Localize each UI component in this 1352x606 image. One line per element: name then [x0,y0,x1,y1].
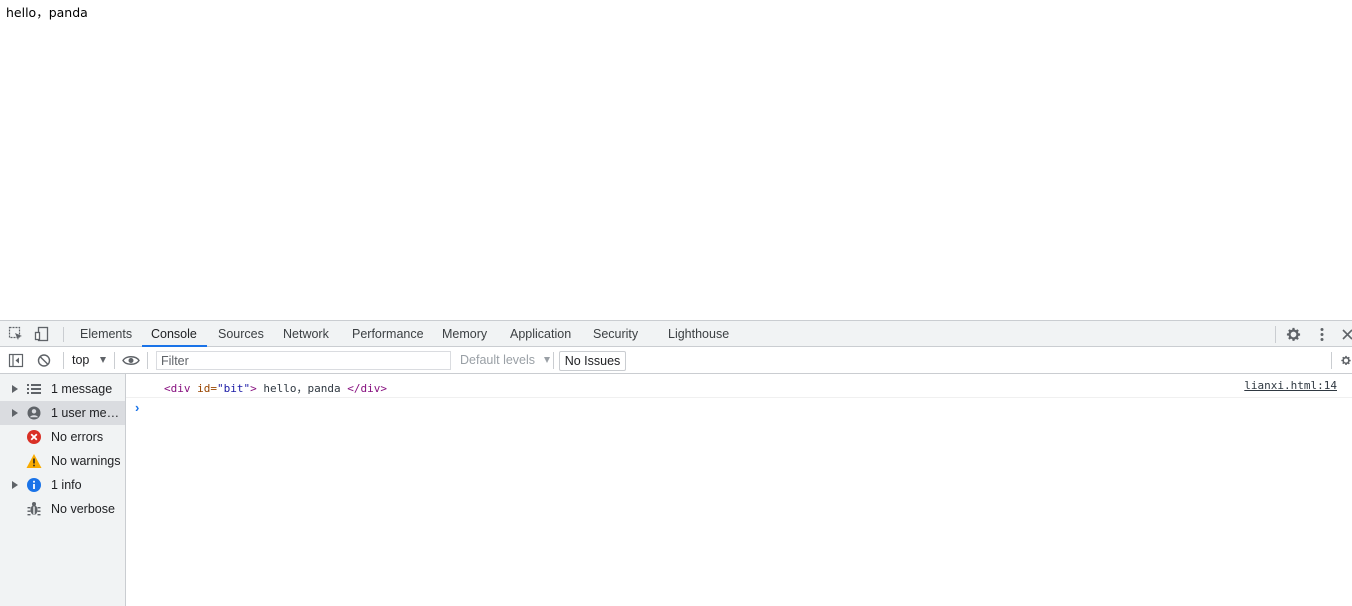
context-selector[interactable]: top [72,353,106,367]
chevron-down-icon [543,357,550,363]
page-body-text: hello，panda [6,5,88,20]
toolbar-separator [63,352,64,369]
attribute-name: id= [190,382,217,395]
tab-application[interactable]: Application [510,321,571,347]
toolbar-separator [1331,352,1332,369]
sidebar-item-label: No verbose [51,502,115,516]
sidebar-item-info[interactable]: 1 info [0,473,125,497]
sidebar-item-verbose[interactable]: No verbose [0,497,125,521]
tab-elements[interactable]: Elements [80,321,132,347]
tag-open-end: > [250,382,257,395]
sidebar-item-label: 1 user mess... [51,406,123,420]
sidebar-item-label: No errors [51,430,104,444]
device-toolbar-icon[interactable] [34,326,50,342]
toolbar-separator [114,352,115,369]
user-icon [26,405,42,421]
tab-sources[interactable]: Sources [218,321,264,347]
list-icon [26,381,42,397]
close-icon[interactable] [1340,327,1352,342]
expand-arrow-icon[interactable] [12,409,18,417]
tab-network[interactable]: Network [283,321,329,347]
tag-close: </div> [347,382,387,395]
console-settings-icon[interactable] [1340,352,1352,369]
element-text: hello，panda [256,382,348,395]
attribute-value: "bit" [217,382,251,395]
console-prompt-icon[interactable]: › [135,400,139,415]
devtools-panel: Elements Console Sources Network Perform… [0,320,1352,606]
clear-console-icon[interactable] [36,353,52,368]
tabbar-separator [63,327,64,342]
sidebar-item-label: 1 info [51,478,82,492]
inspect-element-icon[interactable] [8,326,24,342]
more-options-icon[interactable] [1314,326,1330,343]
message-html-element[interactable]: <div id="bit"> hello，panda </div> [164,380,387,396]
expand-arrow-icon[interactable] [12,481,18,489]
chevron-down-icon [99,357,106,363]
context-selector-label: top [72,353,90,367]
eye-icon[interactable] [122,353,140,368]
filter-input[interactable] [156,351,451,370]
tab-lighthouse[interactable]: Lighthouse [668,321,729,347]
console-sidebar: 1 message 1 user mess... No errors No wa… [0,374,126,606]
info-icon [26,477,42,493]
sidebar-item-warnings[interactable]: No warnings [0,449,125,473]
log-levels-label: Default levels [460,353,536,367]
issues-button[interactable]: No Issues [559,351,626,371]
tab-performance[interactable]: Performance [352,321,424,347]
console-message[interactable]: <div id="bit"> hello，panda </div> lianxi… [126,374,1352,398]
source-link[interactable]: lianxi.html:14 [1244,379,1337,392]
tag-open: <div [164,382,191,395]
tab-memory[interactable]: Memory [442,321,487,347]
tab-console[interactable]: Console [142,321,207,347]
toolbar-separator [553,352,554,369]
sidebar-item-errors[interactable]: No errors [0,425,125,449]
sidebar-toggle-icon[interactable] [8,353,24,368]
sidebar-item-user-messages[interactable]: 1 user mess... [0,401,125,425]
sidebar-item-label: No warnings [51,454,121,468]
console-toolbar: top Default levels No Issues [0,347,1352,374]
tab-security[interactable]: Security [593,321,638,347]
tabbar-separator [1275,326,1276,343]
expand-arrow-icon[interactable] [12,385,18,393]
sidebar-item-label: 1 message [51,382,113,396]
toolbar-separator [147,352,148,369]
devtools-tabbar: Elements Console Sources Network Perform… [0,320,1352,347]
settings-icon[interactable] [1285,326,1302,343]
log-levels-dropdown[interactable]: Default levels [460,353,550,367]
console-output: <div id="bit"> hello，panda </div> lianxi… [126,374,1352,606]
error-icon [26,429,42,445]
bug-icon [26,501,42,517]
warning-icon [26,453,42,469]
sidebar-item-messages[interactable]: 1 message [0,377,125,401]
